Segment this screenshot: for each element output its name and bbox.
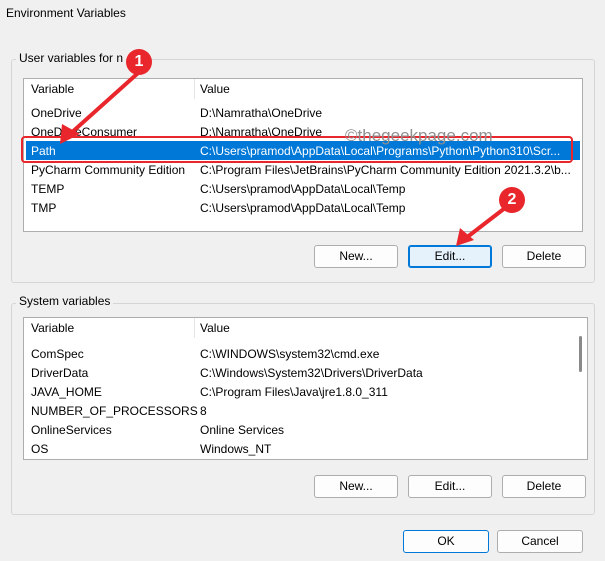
step-badge-2: 2 bbox=[499, 187, 525, 213]
arrow-2-icon bbox=[456, 206, 507, 246]
annotation-arrows bbox=[60, 72, 507, 246]
arrow-1-icon bbox=[60, 72, 139, 144]
step-badge-1: 1 bbox=[126, 49, 152, 75]
